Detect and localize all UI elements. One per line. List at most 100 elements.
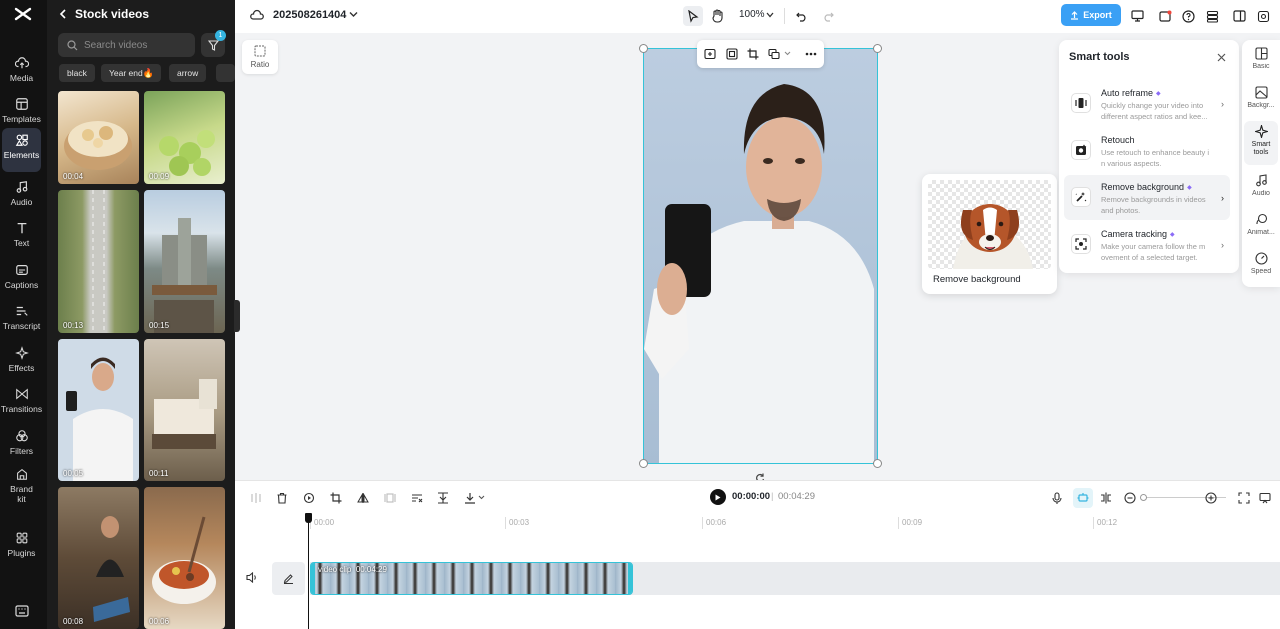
rail-background[interactable]: Backgr... (1244, 82, 1278, 122)
zoom-level[interactable]: 100% (739, 9, 765, 20)
video-thumbnail[interactable]: 00:15 (144, 190, 225, 333)
rail-label: Backgr... (1247, 102, 1275, 109)
rail-audio[interactable]: Audio (1244, 170, 1278, 210)
help-button[interactable] (1178, 6, 1198, 26)
select-tool-button[interactable] (683, 6, 703, 26)
magnet-snap-button[interactable] (1073, 488, 1093, 508)
video-thumbnail[interactable]: 00:09 (144, 91, 225, 184)
tool-retouch[interactable]: Retouch Use retouch to enhance beauty i … (1064, 128, 1230, 173)
timeline-display-icon[interactable] (1257, 490, 1273, 506)
fit-timeline-icon[interactable] (1236, 490, 1252, 506)
close-icon[interactable] (1217, 53, 1226, 62)
search-box[interactable] (58, 33, 195, 57)
tool-camera-tracking[interactable]: Camera tracking ◆ Make your camera follow… (1064, 222, 1230, 267)
settings-button[interactable] (1253, 6, 1273, 26)
video-clip[interactable]: video clip 00:04:29 (310, 562, 633, 595)
resize-handle-top-left[interactable] (639, 44, 648, 53)
auto-captions-icon[interactable] (409, 490, 425, 506)
split-icon[interactable] (248, 490, 264, 506)
more-options-icon[interactable] (805, 52, 817, 56)
zoom-out-icon[interactable] (1122, 490, 1138, 506)
panel-collapse-handle[interactable] (234, 300, 240, 332)
download-icon[interactable] (462, 490, 478, 506)
chevron-down-icon[interactable] (766, 12, 774, 18)
freeze-frame-icon[interactable] (382, 490, 398, 506)
crop-icon[interactable] (328, 490, 344, 506)
rail-smart-tools[interactable]: Smart tools (1244, 121, 1278, 165)
clip-trim-handle-left[interactable] (311, 563, 315, 594)
cloud-sync-icon[interactable] (250, 9, 264, 21)
ratio-button[interactable]: Ratio (242, 40, 278, 74)
nav-media[interactable]: Media (2, 51, 41, 95)
rail-animation[interactable]: Animat... (1244, 209, 1278, 249)
smart-tools-panel: Smart tools Auto reframe ◆ Quickly change… (1059, 40, 1239, 273)
nav-audio[interactable]: Audio (2, 175, 41, 219)
app-logo[interactable] (14, 6, 32, 22)
resize-handle-bottom-right[interactable] (873, 459, 882, 468)
brand-kit-icon (16, 468, 27, 480)
nav-elements[interactable]: Elements (2, 128, 41, 172)
keyboard-shortcuts-icon[interactable] (15, 605, 29, 617)
present-button[interactable] (1127, 6, 1147, 26)
rail-basic[interactable]: Basic (1244, 43, 1278, 83)
ai-edit-icon[interactable] (704, 48, 716, 60)
retouch-icon (1071, 140, 1091, 160)
tool-auto-reframe[interactable]: Auto reframe ◆ Quickly change your video … (1064, 81, 1230, 126)
microphone-icon[interactable] (1049, 490, 1065, 506)
notifications-button[interactable] (1155, 6, 1175, 26)
chevron-down-icon[interactable] (478, 495, 485, 500)
clip-trim-handle-right[interactable] (628, 563, 632, 594)
chevron-down-icon[interactable] (784, 51, 791, 56)
smart-cut-icon[interactable] (435, 490, 451, 506)
undo-button[interactable] (792, 6, 812, 26)
layout-button[interactable] (1229, 6, 1249, 26)
replay-icon[interactable] (301, 490, 317, 506)
crop-icon[interactable] (747, 48, 759, 60)
rail-speed[interactable]: Speed (1244, 248, 1278, 288)
video-thumbnail[interactable]: 00:08 (58, 487, 139, 629)
nav-plugins[interactable]: Plugins (2, 526, 41, 570)
nav-captions[interactable]: Captions (2, 258, 41, 302)
nav-transcript[interactable]: Transcript (2, 299, 41, 343)
playhead-grip[interactable] (305, 513, 312, 523)
nav-brand-kit[interactable]: Brand kit (2, 462, 41, 510)
video-thumbnail[interactable]: 00:05 (58, 339, 139, 481)
frame-icon[interactable] (726, 48, 738, 60)
video-thumbnail[interactable]: 00:13 (58, 190, 139, 333)
chevron-down-icon[interactable] (349, 11, 358, 18)
speaker-icon[interactable] (246, 572, 258, 583)
delete-icon[interactable] (274, 490, 290, 506)
zoom-slider-thumb[interactable] (1140, 494, 1147, 501)
tag-chip[interactable]: black (59, 64, 95, 82)
hand-tool-button[interactable] (707, 6, 727, 26)
project-name[interactable]: 202508261404 (273, 9, 346, 21)
search-input[interactable] (84, 39, 184, 51)
resize-handle-top-right[interactable] (873, 44, 882, 53)
nav-transitions[interactable]: Transitions (1, 382, 42, 426)
flip-icon[interactable] (355, 490, 371, 506)
redo-button[interactable] (818, 6, 838, 26)
nav-effects[interactable]: Effects (2, 341, 41, 385)
video-thumbnail[interactable]: 00:11 (144, 339, 225, 481)
layers-button[interactable] (1202, 6, 1222, 26)
back-arrow-icon[interactable] (59, 9, 67, 19)
split-track-icon[interactable] (1098, 490, 1114, 506)
play-button[interactable] (710, 489, 726, 505)
thumbnail-duration: 00:06 (149, 617, 170, 626)
replace-icon[interactable] (768, 48, 780, 60)
edit-cover-button[interactable] (272, 562, 305, 595)
playhead[interactable] (308, 513, 309, 629)
video-thumbnail[interactable]: 00:04 (58, 91, 139, 184)
zoom-in-icon[interactable] (1203, 490, 1219, 506)
nav-text[interactable]: Text (2, 216, 41, 260)
video-preview[interactable] (643, 48, 878, 464)
top-bar: 202508261404 100% Export (235, 0, 1280, 33)
export-button[interactable]: Export (1061, 4, 1121, 26)
tag-chip[interactable]: arrow (169, 64, 207, 82)
tool-remove-background[interactable]: Remove background ◆ Remove backgrounds in… (1064, 175, 1230, 220)
resize-handle-bottom-left[interactable] (639, 459, 648, 468)
tag-chip[interactable]: Year end 🔥 (101, 64, 161, 82)
tag-chip-overflow[interactable] (216, 64, 235, 82)
thumbnail-duration: 00:05 (63, 469, 84, 478)
video-thumbnail[interactable]: 00:06 (144, 487, 225, 629)
